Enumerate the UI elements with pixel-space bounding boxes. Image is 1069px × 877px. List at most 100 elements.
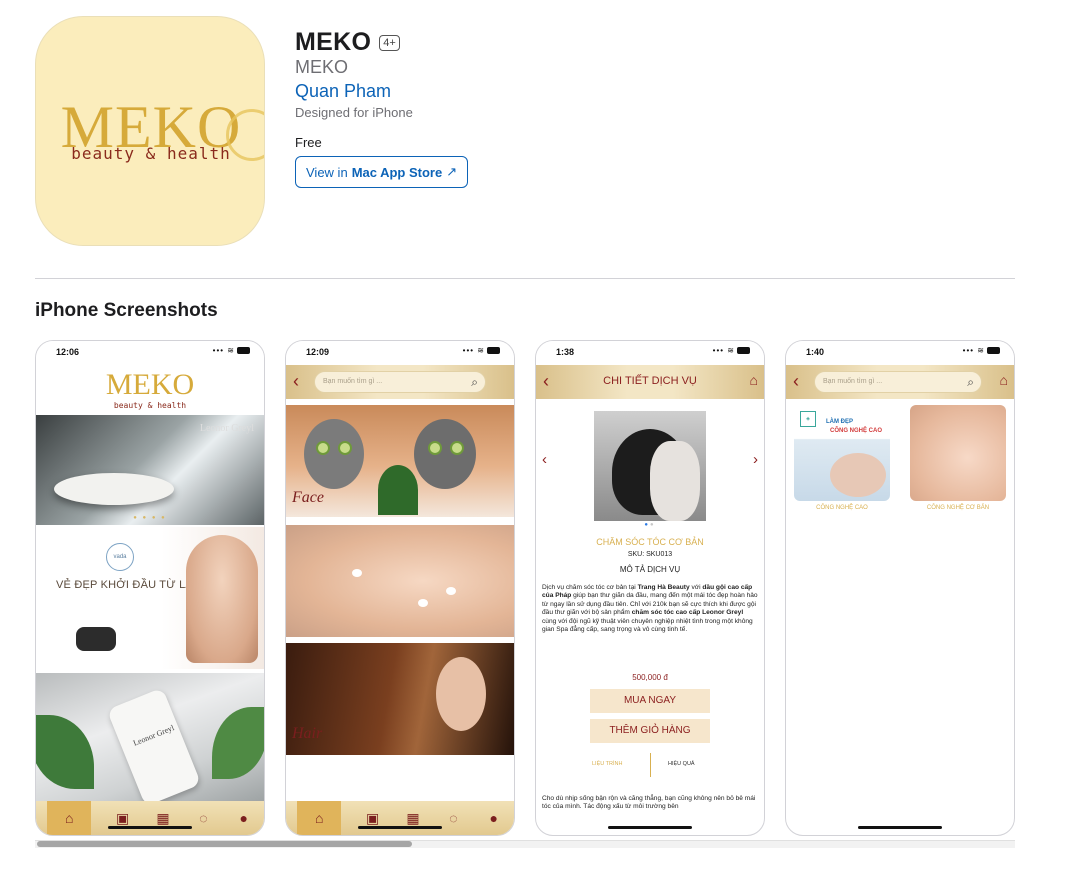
prev-image-icon[interactable]: ‹ (542, 451, 547, 468)
status-icons: ••• ≋ (213, 346, 250, 355)
bag-icon[interactable]: ▣ (114, 809, 132, 827)
back-chevron-icon[interactable]: ‹ (293, 371, 299, 391)
tab-treatment[interactable]: LIỆU TRÌNH (592, 761, 622, 767)
description-body: Dịch vụ chăm sóc tóc cơ bản tại Trang Hà… (542, 584, 758, 634)
home-logo-tagline: beauty & health (113, 401, 187, 410)
battery-icon (987, 347, 1000, 355)
service-photo (594, 411, 706, 521)
service-name: CHĂM SÓC TÓC CƠ BẢN (596, 537, 704, 547)
screenshot-2[interactable]: 12:09 ••• ≋ ‹ Bạn muốn tìm gì ... ⌕ Face… (285, 340, 515, 836)
next-image-icon[interactable]: › (753, 451, 758, 468)
treatment-text: Cho dù nhịp sống bận rộn và căng thẳng, … (542, 795, 756, 811)
view-in-mac-app-store-button[interactable]: View in Mac App Store ↗ (295, 156, 469, 188)
tile-title-line1: LÀM ĐẸP (826, 419, 853, 425)
mask-face-image (414, 419, 476, 489)
search-header: ‹ Bạn muốn tìm gì ... ⌕ (286, 365, 514, 399)
developer-link[interactable]: Quan Pham (295, 81, 391, 102)
home-icon[interactable]: ⌂ (297, 801, 342, 835)
tab-bar: ⌂ ▣ ▦ ◌ ● (286, 801, 514, 835)
buy-now-button[interactable]: MUA NGAY (590, 689, 710, 713)
add-to-cart-button[interactable]: THÊM GIỎ HÀNG (590, 719, 710, 743)
description-heading: MÔ TẢ DỊCH VỤ (619, 565, 681, 574)
calendar-icon[interactable]: ▦ (154, 809, 172, 827)
battery-icon (737, 347, 750, 355)
screenshots-scrollbar-thumb[interactable] (37, 841, 412, 847)
status-bar: 1:40 ••• ≋ (786, 341, 1014, 365)
service-sku: SKU: SKU013 (627, 551, 673, 558)
status-time: 1:40 (806, 347, 825, 357)
external-link-icon: ↗ (446, 164, 458, 179)
status-bar: 12:09 ••• ≋ (286, 341, 514, 365)
search-header: ‹ Bạn muốn tìm gì ... ⌕ ⌂ (786, 365, 1014, 399)
calendar-icon[interactable]: ▦ (404, 809, 422, 827)
promo-banner-product[interactable]: Leonor Greyl ● ● ● ● (36, 415, 264, 525)
cucumber-image (428, 441, 442, 455)
detail-tabs: LIỆU TRÌNH HIỆU QUẢ (536, 753, 764, 777)
promo-banner-bottle[interactable]: Leonor Greyl (36, 673, 264, 801)
chat-icon[interactable]: ◌ (194, 809, 212, 827)
price-label: Free (295, 135, 322, 150)
model-face-image (186, 535, 258, 663)
app-icon: MEKO beauty & health (35, 16, 265, 246)
category-hair[interactable]: Hair (286, 643, 514, 755)
screenshot-3[interactable]: 1:38 ••• ≋ ‹ ⌂ CHI TIẾT DỊCH VỤ ‹ › ●● C… (535, 340, 765, 836)
screenshot-4[interactable]: 1:40 ••• ≋ ‹ Bạn muốn tìm gì ... ⌕ ⌂ ◈ L… (785, 340, 1015, 836)
tile-caption-high-tech: CÔNG NGHỆ CAO (816, 505, 868, 511)
screenshots-section-title: iPhone Screenshots (35, 300, 218, 321)
category-spa[interactable] (286, 525, 514, 637)
app-icon-logo-tagline: beauty & health (71, 144, 231, 163)
back-chevron-icon[interactable]: ‹ (793, 371, 799, 391)
fern-image (378, 465, 418, 515)
chat-icon[interactable]: ◌ (444, 809, 462, 827)
banner-brand: Leonor Greyl (199, 423, 254, 434)
mask-face-image (304, 419, 364, 489)
age-rating-badge: 4+ (379, 34, 400, 51)
status-icons: ••• ≋ (713, 346, 750, 355)
service-tile-basic-tech[interactable] (910, 405, 1006, 501)
search-input[interactable]: Bạn muốn tìm gì ... ⌕ (814, 371, 982, 393)
cream-jar-image (54, 473, 174, 505)
status-time: 12:09 (306, 347, 330, 357)
battery-icon (237, 347, 250, 355)
home-indicator (858, 826, 942, 829)
home-indicator (108, 826, 192, 829)
cucumber-image (316, 441, 330, 455)
category-label-hair: Hair (292, 725, 323, 742)
screenshot-1[interactable]: 12:06 ••• ≋ MEKO beauty & health Leonor … (35, 340, 265, 836)
status-time: 1:38 (556, 347, 575, 357)
cucumber-image (450, 441, 464, 455)
spa-stones-image (76, 627, 116, 651)
category-label-face: Face (292, 489, 324, 506)
home-icon[interactable]: ⌂ (1000, 372, 1008, 388)
category-face[interactable]: Face (286, 405, 514, 517)
home-indicator (358, 826, 442, 829)
status-icons: ••• ≋ (463, 346, 500, 355)
cucumber-image (338, 441, 352, 455)
leaf-image (212, 707, 264, 779)
search-input[interactable]: Bạn muốn tìm gì ... ⌕ (314, 371, 486, 393)
detail-title: CHI TIẾT DỊCH VỤ (603, 375, 697, 387)
tab-separator (650, 753, 651, 777)
tile-face-image (830, 453, 886, 497)
home-icon[interactable]: ⌂ (47, 801, 92, 835)
app-subtitle: MEKO (295, 57, 349, 77)
designed-for-label: Designed for iPhone (295, 105, 413, 120)
tab-effect[interactable]: HIỆU QUẢ (668, 761, 695, 767)
promo-banner-skincare[interactable]: vada VẺ ĐẸP KHỞI ĐẦU TỪ LÀN DA (36, 527, 264, 669)
status-bar: 1:38 ••• ≋ (536, 341, 764, 365)
profile-icon[interactable]: ● (485, 809, 503, 827)
search-placeholder: Bạn muốn tìm gì ... (823, 378, 883, 385)
search-icon: ⌕ (471, 375, 478, 389)
carousel-dots: ● ● ● ● (133, 515, 167, 521)
search-placeholder: Bạn muốn tìm gì ... (323, 378, 383, 385)
battery-icon (487, 347, 500, 355)
section-divider (35, 278, 1015, 279)
leaf-image (36, 715, 94, 789)
tile-title-line2: CÔNG NGHỆ CAO (830, 428, 883, 434)
service-tile-high-tech[interactable]: ◈ LÀM ĐẸP CÔNG NGHỆ CAO (794, 405, 890, 501)
app-title: MEKO (295, 28, 372, 56)
bag-icon[interactable]: ▣ (364, 809, 382, 827)
search-icon: ⌕ (967, 375, 974, 389)
status-time: 12:06 (56, 347, 80, 357)
profile-icon[interactable]: ● (235, 809, 253, 827)
